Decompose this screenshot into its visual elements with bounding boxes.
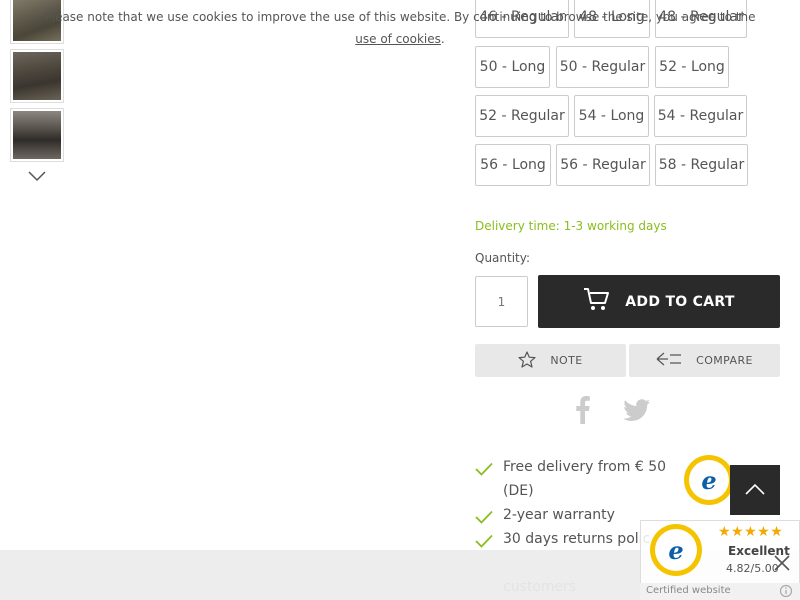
checkmark-icon (475, 460, 493, 476)
cart-icon (583, 287, 611, 317)
checkmark-icon (475, 508, 493, 524)
certified-website-label: Certified website (646, 585, 731, 596)
note-label: NOTE (550, 354, 583, 367)
size-option-50-regular[interactable]: 50 - Regular (556, 46, 649, 88)
trusted-shops-e-logo: e (689, 460, 729, 500)
trusted-shops-e-logo: e (655, 529, 697, 571)
size-option-54-long[interactable]: 54 - Long (574, 95, 649, 137)
size-option-58-regular[interactable]: 58 - Regular (655, 144, 748, 186)
benefit-text: 30 days returns polic (503, 531, 651, 547)
twitter-share-icon[interactable] (622, 395, 652, 425)
scroll-to-top-button[interactable] (730, 465, 780, 515)
compare-button[interactable]: COMPARE (629, 344, 780, 377)
cookie-notice-text: Please note that we use cookies to impro… (40, 6, 760, 50)
cookie-notice-message: Please note that we use cookies to impro… (44, 10, 756, 24)
size-option-54-regular[interactable]: 54 - Regular (654, 95, 747, 137)
chevron-up-icon (744, 481, 766, 500)
cookie-policy-link[interactable]: use of cookies (355, 32, 441, 46)
size-option-52-regular[interactable]: 52 - Regular (475, 95, 569, 137)
quantity-input[interactable]: 1 (475, 276, 528, 327)
cookie-notice-suffix: . (440, 32, 445, 46)
product-page: 46 - Regular 48 - Long 48 - Regular 50 -… (0, 0, 800, 600)
facebook-share-icon[interactable] (568, 395, 598, 425)
compare-arrows-icon (656, 352, 682, 369)
thumbnail-image (13, 111, 61, 159)
size-option-52-long[interactable]: 52 - Long (655, 46, 729, 88)
trusted-shops-logo: e (650, 524, 702, 576)
size-option-56-long[interactable]: 56 - Long (475, 144, 551, 186)
close-icon[interactable] (773, 554, 791, 572)
rating-score: 4.82/5.00 (726, 562, 779, 575)
size-option-50-long[interactable]: 50 - Long (475, 46, 550, 88)
size-option-56-regular[interactable]: 56 - Regular (556, 144, 650, 186)
star-outline-icon (518, 350, 537, 371)
note-button[interactable]: NOTE (475, 344, 626, 377)
benefit-text: (DE) (503, 483, 534, 499)
compare-label: COMPARE (696, 354, 753, 367)
add-to-cart-label: ADD TO CART (625, 293, 735, 310)
delivery-time: Delivery time: 1-3 working days (475, 219, 667, 233)
product-thumbnail-2[interactable] (10, 49, 64, 103)
benefit-text: Free delivery from € 50 (503, 459, 667, 475)
info-icon[interactable] (779, 583, 793, 598)
product-thumbnail-3[interactable] (10, 108, 64, 162)
add-to-cart-button[interactable]: ADD TO CART (538, 275, 780, 328)
benefit-text: 2-year warranty (503, 507, 615, 523)
rating-stars-icon: ★★★★★ (718, 524, 784, 540)
quantity-label: Quantity: (475, 251, 531, 265)
trusted-shops-guarantee-seal[interactable]: e (684, 455, 734, 505)
thumbnail-scroll-down-icon[interactable] (26, 168, 48, 184)
checkmark-icon (475, 532, 493, 548)
thumbnail-image (13, 52, 61, 100)
